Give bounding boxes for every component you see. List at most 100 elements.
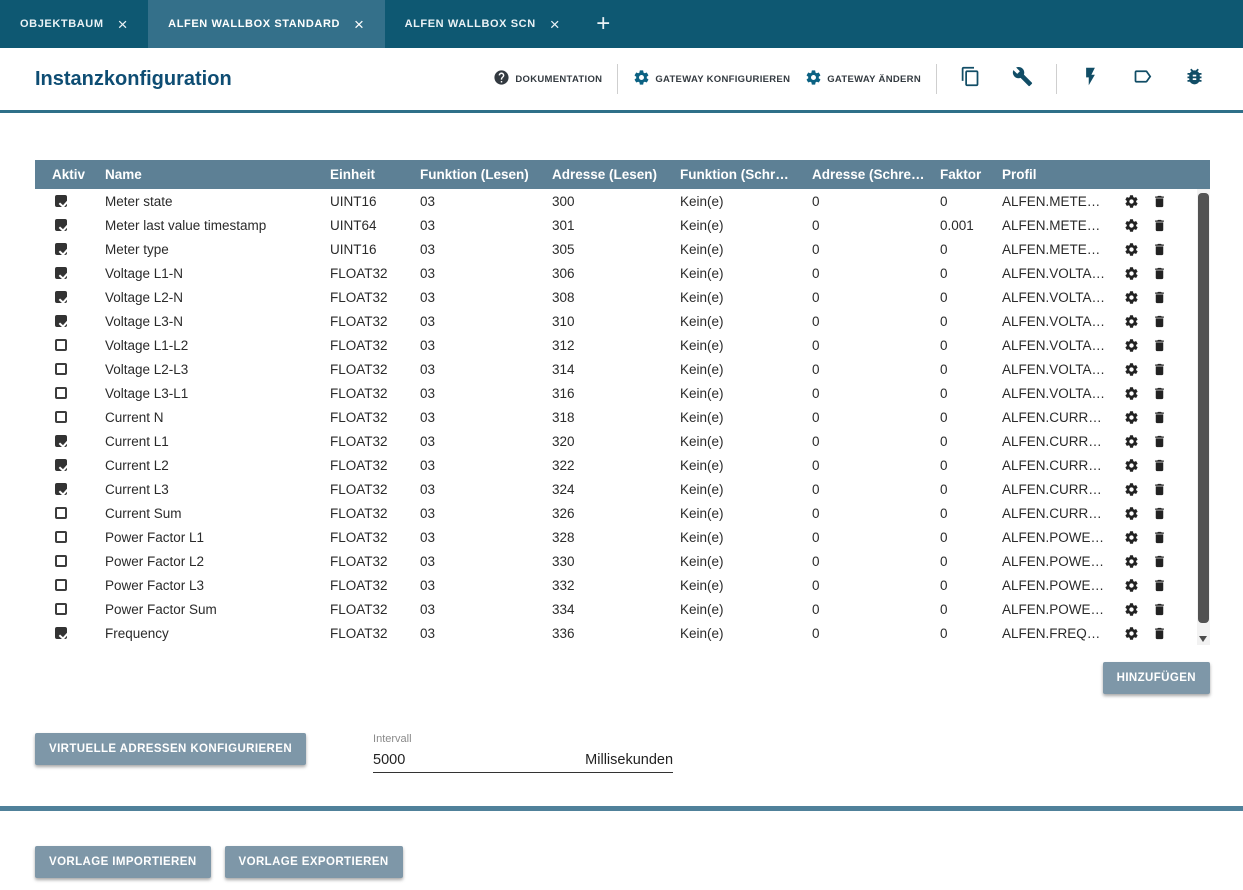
row-settings-button[interactable] xyxy=(1124,410,1139,425)
row-delete-button[interactable] xyxy=(1152,218,1167,233)
row-settings-button[interactable] xyxy=(1124,434,1139,449)
close-icon[interactable]: × xyxy=(550,16,561,33)
scroll-down-icon[interactable] xyxy=(1199,636,1207,642)
row-settings-button[interactable] xyxy=(1124,458,1139,473)
row-delete-button[interactable] xyxy=(1152,482,1167,497)
aktiv-checkbox[interactable] xyxy=(35,555,105,567)
gateway-konfigurieren-button[interactable]: GATEWAY KONFIGURIEREN xyxy=(633,69,790,89)
cell-name: Voltage L3-N xyxy=(105,314,330,329)
tools-button[interactable] xyxy=(1004,64,1041,94)
hinzufuegen-button[interactable]: HINZUFÜGEN xyxy=(1103,662,1210,694)
cell-name: Power Factor Sum xyxy=(105,602,330,617)
row-settings-button[interactable] xyxy=(1124,194,1139,209)
documentation-button[interactable]: DOKUMENTATION xyxy=(493,69,602,89)
gateway-aendern-button[interactable]: GATEWAY ÄNDERN xyxy=(805,69,921,89)
cell-actions xyxy=(1120,410,1196,425)
tab-alfen-wallbox-standard[interactable]: ALFEN WALLBOX STANDARD × xyxy=(148,0,384,48)
tab-alfen-wallbox-scn[interactable]: ALFEN WALLBOX SCN × xyxy=(385,0,581,48)
aktiv-checkbox[interactable] xyxy=(35,315,105,327)
row-delete-button[interactable] xyxy=(1152,338,1167,353)
copy-button[interactable] xyxy=(952,64,989,94)
aktiv-checkbox[interactable] xyxy=(35,483,105,495)
row-delete-button[interactable] xyxy=(1152,266,1167,281)
row-delete-button[interactable] xyxy=(1152,362,1167,377)
row-settings-button[interactable] xyxy=(1124,386,1139,401)
aktiv-checkbox[interactable] xyxy=(35,579,105,591)
row-delete-button[interactable] xyxy=(1152,578,1167,593)
debug-button[interactable] xyxy=(1176,64,1213,94)
row-delete-button[interactable] xyxy=(1152,290,1167,305)
scrollbar-thumb[interactable] xyxy=(1198,193,1209,623)
row-settings-button[interactable] xyxy=(1124,314,1139,329)
virtuelle-adressen-button[interactable]: VIRTUELLE ADRESSEN KONFIGURIEREN xyxy=(35,733,306,765)
close-icon[interactable]: × xyxy=(118,16,129,33)
add-tab-button[interactable]: + xyxy=(580,0,626,48)
aktiv-checkbox[interactable] xyxy=(35,459,105,471)
row-delete-button[interactable] xyxy=(1152,458,1167,473)
cell-profil: ALFEN.VOLTA… xyxy=(1002,338,1120,353)
row-delete-button[interactable] xyxy=(1152,626,1167,641)
row-settings-button[interactable] xyxy=(1124,530,1139,545)
row-delete-button[interactable] xyxy=(1152,530,1167,545)
aktiv-checkbox[interactable] xyxy=(35,195,105,207)
cell-einheit: FLOAT32 xyxy=(330,410,420,425)
copy-icon xyxy=(960,66,981,92)
label-button[interactable] xyxy=(1124,64,1161,94)
row-settings-button[interactable] xyxy=(1124,338,1139,353)
cell-einheit: UINT64 xyxy=(330,218,420,233)
aktiv-checkbox[interactable] xyxy=(35,531,105,543)
aktiv-checkbox[interactable] xyxy=(35,363,105,375)
cell-funktion-schreiben: Kein(e) xyxy=(680,410,812,425)
tab-objektbaum[interactable]: OBJEKTBAUM × xyxy=(0,0,148,48)
cell-faktor: 0 xyxy=(940,602,1002,617)
aktiv-checkbox[interactable] xyxy=(35,603,105,615)
row-settings-button[interactable] xyxy=(1124,290,1139,305)
cell-einheit: UINT16 xyxy=(330,242,420,257)
cell-einheit: FLOAT32 xyxy=(330,482,420,497)
cell-funktion-lesen: 03 xyxy=(420,530,552,545)
row-delete-button[interactable] xyxy=(1152,194,1167,209)
cell-einheit: FLOAT32 xyxy=(330,578,420,593)
aktiv-checkbox[interactable] xyxy=(35,291,105,303)
aktiv-checkbox[interactable] xyxy=(35,219,105,231)
row-settings-button[interactable] xyxy=(1124,578,1139,593)
intervall-input[interactable] xyxy=(373,752,493,768)
cell-adresse-lesen: 301 xyxy=(552,218,680,233)
row-delete-button[interactable] xyxy=(1152,242,1167,257)
row-settings-button[interactable] xyxy=(1124,242,1139,257)
aktiv-checkbox[interactable] xyxy=(35,411,105,423)
cell-adresse-lesen: 320 xyxy=(552,434,680,449)
intervall-input-line: Millisekunden xyxy=(373,747,673,773)
row-delete-button[interactable] xyxy=(1152,314,1167,329)
row-delete-button[interactable] xyxy=(1152,554,1167,569)
cell-adresse-lesen: 305 xyxy=(552,242,680,257)
vorlage-exportieren-button[interactable]: VORLAGE EXPORTIEREN xyxy=(225,846,403,878)
row-delete-button[interactable] xyxy=(1152,434,1167,449)
row-delete-button[interactable] xyxy=(1152,506,1167,521)
aktiv-checkbox[interactable] xyxy=(35,243,105,255)
row-settings-button[interactable] xyxy=(1124,602,1139,617)
aktiv-checkbox[interactable] xyxy=(35,339,105,351)
aktiv-checkbox[interactable] xyxy=(35,435,105,447)
row-settings-button[interactable] xyxy=(1124,218,1139,233)
aktiv-checkbox[interactable] xyxy=(35,507,105,519)
aktiv-checkbox[interactable] xyxy=(35,267,105,279)
register-table: Aktiv Name Einheit Funktion (Lesen) Adre… xyxy=(35,160,1210,645)
table-row: Current SumFLOAT3203326Kein(e)00ALFEN.CU… xyxy=(35,501,1196,525)
vorlage-importieren-button[interactable]: VORLAGE IMPORTIEREN xyxy=(35,846,211,878)
cell-faktor: 0 xyxy=(940,290,1002,305)
power-button[interactable] xyxy=(1072,64,1109,94)
table-scrollbar[interactable] xyxy=(1197,189,1210,645)
row-settings-button[interactable] xyxy=(1124,506,1139,521)
row-delete-button[interactable] xyxy=(1152,386,1167,401)
row-delete-button[interactable] xyxy=(1152,602,1167,617)
row-settings-button[interactable] xyxy=(1124,482,1139,497)
row-settings-button[interactable] xyxy=(1124,626,1139,641)
row-settings-button[interactable] xyxy=(1124,554,1139,569)
row-settings-button[interactable] xyxy=(1124,266,1139,281)
aktiv-checkbox[interactable] xyxy=(35,387,105,399)
aktiv-checkbox[interactable] xyxy=(35,627,105,639)
close-icon[interactable]: × xyxy=(354,16,365,33)
row-delete-button[interactable] xyxy=(1152,410,1167,425)
row-settings-button[interactable] xyxy=(1124,362,1139,377)
